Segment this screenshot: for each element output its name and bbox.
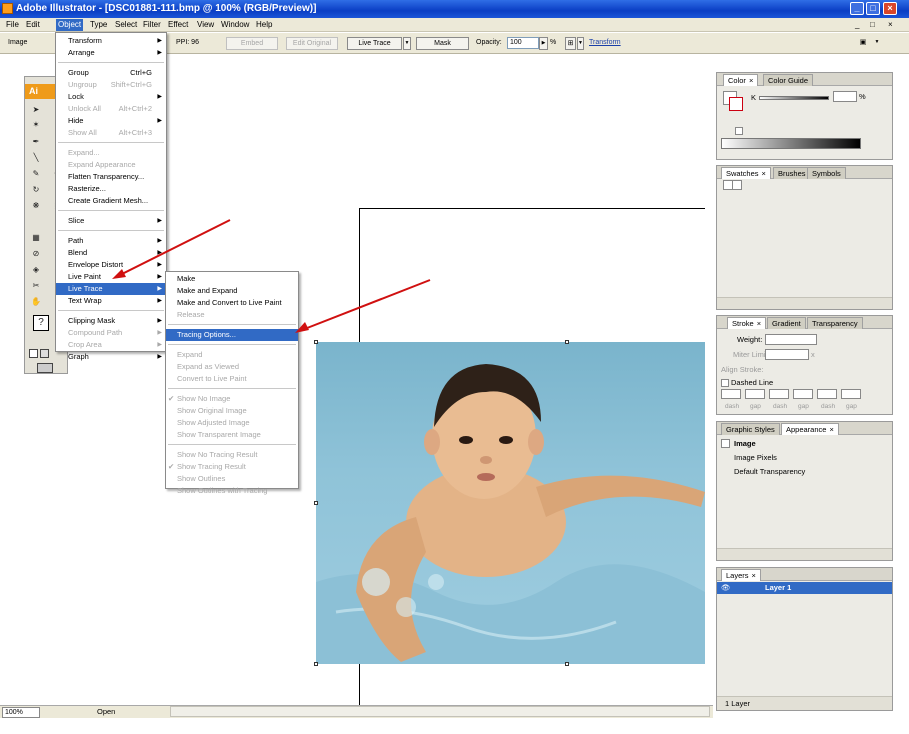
status-text: Open bbox=[97, 707, 116, 716]
arrow-to-tracing-options bbox=[301, 279, 431, 331]
tab-brushes[interactable]: Brushes bbox=[773, 167, 811, 179]
tab-color-guide[interactable]: Color Guide bbox=[763, 74, 814, 86]
tab-layers[interactable]: Layers × bbox=[721, 569, 761, 581]
stroke-color-box[interactable] bbox=[729, 97, 743, 111]
appearance-thumbnail bbox=[721, 439, 730, 448]
appearance-row-image-pixels[interactable]: Image Pixels bbox=[734, 453, 777, 463]
tab-layers-label: Layers bbox=[726, 571, 749, 580]
gap-label-2: gap bbox=[798, 403, 809, 410]
dashed-line-label: Dashed Line bbox=[731, 378, 774, 387]
swatches-panel-tabs: Swatches × Brushes Symbols bbox=[717, 166, 892, 179]
dash-input-2[interactable] bbox=[769, 389, 789, 399]
layer-count: 1 Layer bbox=[725, 699, 751, 708]
zoom-level-input[interactable]: 100% bbox=[2, 707, 40, 718]
stroke-panel-tabs: Stroke × Gradient Transparency bbox=[717, 316, 892, 329]
arrow-to-live-trace bbox=[117, 219, 231, 277]
swatches-panel: Swatches × Brushes Symbols bbox=[716, 165, 893, 310]
tab-stroke[interactable]: Stroke × bbox=[727, 317, 767, 329]
stroke-panel: Stroke × Gradient Transparency Weight: Mi… bbox=[716, 315, 893, 415]
gap-label-1: gap bbox=[750, 403, 761, 410]
weight-label: Weight: bbox=[737, 335, 763, 344]
gap-input-1[interactable] bbox=[745, 389, 765, 399]
weight-input[interactable] bbox=[765, 334, 817, 345]
tab-stroke-label: Stroke bbox=[732, 319, 754, 328]
horizontal-scrollbar[interactable] bbox=[170, 706, 710, 717]
layer-name[interactable]: Layer 1 bbox=[765, 583, 791, 593]
gap-input-3[interactable] bbox=[841, 389, 861, 399]
tab-swatches[interactable]: Swatches × bbox=[721, 167, 771, 179]
k-value-input[interactable] bbox=[833, 91, 857, 102]
swatches-panel-footer bbox=[717, 297, 892, 309]
channel-k-label: K bbox=[751, 93, 757, 102]
layers-panel-tabs: Layers × bbox=[717, 568, 892, 581]
dash-label-3: dash bbox=[821, 403, 836, 410]
dash-input-3[interactable] bbox=[817, 389, 837, 399]
color-panel-tabs: Color × Color Guide bbox=[717, 73, 892, 86]
tab-transparency[interactable]: Transparency bbox=[807, 317, 863, 329]
dash-label-1: dash bbox=[725, 403, 740, 410]
tab-color[interactable]: Color × bbox=[723, 74, 759, 86]
gap-label-3: gap bbox=[846, 403, 857, 410]
tab-swatches-label: Swatches bbox=[726, 169, 759, 178]
tab-graphic-styles[interactable]: Graphic Styles bbox=[721, 423, 780, 435]
miter-x-label: x bbox=[811, 350, 815, 359]
layers-panel-footer: 1 Layer bbox=[717, 696, 892, 710]
dash-input-1[interactable] bbox=[721, 389, 741, 399]
layer-row[interactable]: 👁 Layer 1 bbox=[717, 582, 892, 594]
align-stroke-label: Align Stroke: bbox=[721, 365, 764, 374]
dashed-line-checkbox[interactable] bbox=[721, 379, 729, 387]
tab-color-label: Color bbox=[728, 76, 746, 85]
appearance-row-default-transparency[interactable]: Default Transparency bbox=[734, 467, 805, 477]
k-unit: % bbox=[859, 92, 866, 101]
tab-gradient[interactable]: Gradient bbox=[767, 317, 806, 329]
miter-limit-input[interactable] bbox=[765, 349, 809, 360]
tab-symbols[interactable]: Symbols bbox=[807, 167, 846, 179]
color-panel: Color × Color Guide K % bbox=[716, 72, 893, 160]
color-spectrum-bar[interactable] bbox=[721, 138, 861, 149]
k-slider[interactable] bbox=[759, 96, 829, 100]
layers-panel: Layers × 👁 Layer 1 1 Layer bbox=[716, 567, 893, 711]
registration-swatch[interactable] bbox=[732, 180, 742, 190]
gap-input-2[interactable] bbox=[793, 389, 813, 399]
appearance-panel-footer bbox=[717, 548, 892, 560]
tab-appearance-label: Appearance bbox=[786, 425, 827, 434]
appearance-row-image[interactable]: Image bbox=[734, 439, 756, 449]
layer-visibility-icon[interactable]: 👁 bbox=[721, 583, 731, 593]
arrowhead-live-trace bbox=[112, 269, 126, 279]
arrowhead-tracing-options bbox=[295, 322, 309, 333]
appearance-panel: Graphic Styles Appearance × Image Image P… bbox=[716, 421, 893, 561]
dash-label-2: dash bbox=[773, 403, 788, 410]
none-color-icon[interactable] bbox=[735, 127, 743, 135]
tab-appearance[interactable]: Appearance × bbox=[781, 423, 839, 435]
appearance-panel-tabs: Graphic Styles Appearance × bbox=[717, 422, 892, 435]
